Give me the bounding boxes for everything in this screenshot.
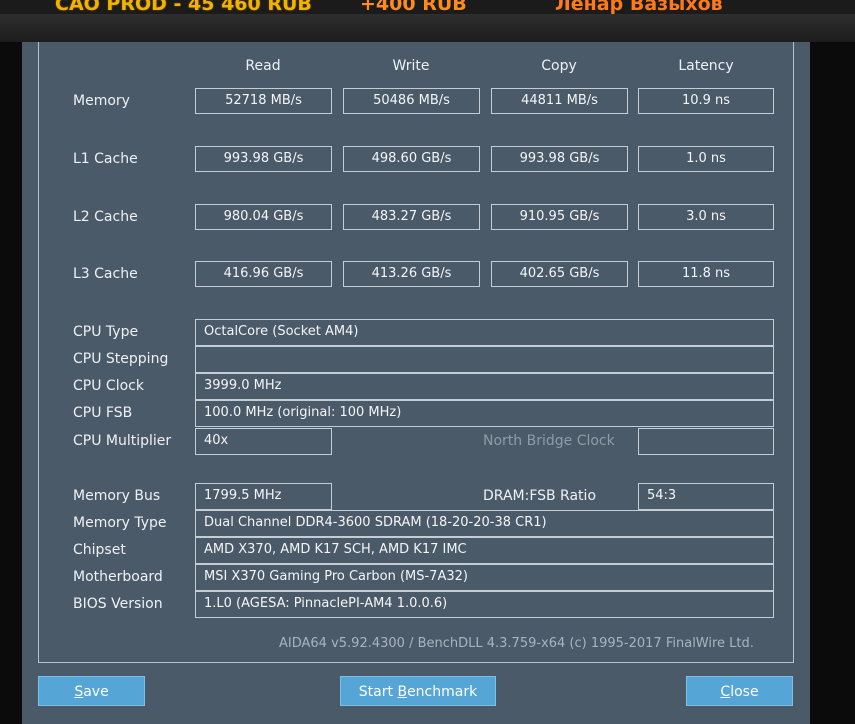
l3-write-value: 413.26 GB/s — [343, 261, 480, 287]
bios-version-label: BIOS Version — [73, 596, 163, 612]
close-hotkey: C — [720, 684, 731, 700]
save-label-rest: ave — [83, 684, 109, 700]
col-header-write: Write — [392, 58, 430, 74]
memory-bus-value: 1799.5 MHz — [195, 483, 332, 510]
chipset-value: AMD X370, AMD K17 SCH, AMD K17 IMC — [195, 537, 774, 564]
l2-write-value: 483.27 GB/s — [343, 204, 480, 230]
l3-read-value: 416.96 GB/s — [195, 261, 332, 287]
window-top-bar — [0, 14, 855, 42]
motherboard-label: Motherboard — [73, 569, 163, 585]
l1-copy-value: 993.98 GB/s — [491, 146, 628, 172]
l2-read-value: 980.04 GB/s — [195, 204, 332, 230]
results-group: Read Write Copy Latency Memory 52718 MB/… — [38, 42, 794, 663]
l1-write-value: 498.60 GB/s — [343, 146, 480, 172]
north-bridge-clock-label: North Bridge Clock — [483, 433, 615, 449]
stream-banner: САО PROD - 45 460 RUB +400 RUB Ленар Ваз… — [0, 0, 855, 14]
memory-copy-value: 44811 MB/s — [491, 88, 628, 114]
start-label-pre: Start — [358, 684, 398, 700]
banner-right-text: Ленар Вазыхов — [555, 0, 723, 14]
cpu-type-value: OctalCore (Socket AM4) — [195, 319, 774, 346]
close-label-rest: lose — [730, 684, 759, 700]
dram-fsb-ratio-value: 54:3 — [638, 483, 774, 510]
start-benchmark-button[interactable]: Start Benchmark — [340, 676, 496, 706]
l2-copy-value: 910.95 GB/s — [491, 204, 628, 230]
row-label-l1-cache: L1 Cache — [73, 151, 138, 167]
version-footer: AIDA64 v5.92.4300 / BenchDLL 4.3.759-x64… — [279, 636, 754, 651]
row-label-memory: Memory — [73, 93, 130, 109]
row-label-l3-cache: L3 Cache — [73, 266, 138, 282]
cpu-multiplier-label: CPU Multiplier — [73, 433, 172, 449]
memory-bus-label: Memory Bus — [73, 488, 161, 504]
col-header-read: Read — [245, 58, 281, 74]
memory-type-value: Dual Channel DDR4-3600 SDRAM (18-20-20-3… — [195, 510, 774, 537]
dram-fsb-ratio-label: DRAM:FSB Ratio — [483, 488, 597, 504]
chipset-label: Chipset — [73, 542, 126, 558]
l3-latency-value: 11.8 ns — [638, 261, 774, 287]
col-header-copy: Copy — [541, 58, 577, 74]
cpu-fsb-label: CPU FSB — [73, 405, 133, 421]
l1-latency-value: 1.0 ns — [638, 146, 774, 172]
save-hotkey: S — [74, 684, 84, 700]
cpu-stepping-value — [195, 346, 774, 373]
cpu-fsb-value: 100.0 MHz (original: 100 MHz) — [195, 400, 774, 427]
row-label-l2-cache: L2 Cache — [73, 209, 138, 225]
save-button[interactable]: Save — [38, 676, 145, 706]
cpu-clock-value: 3999.0 MHz — [195, 373, 774, 400]
cpu-multiplier-value: 40x — [195, 428, 332, 455]
start-label-rest: enchmark — [407, 684, 478, 700]
memory-type-label: Memory Type — [73, 515, 167, 531]
col-header-latency: Latency — [678, 58, 734, 74]
memory-read-value: 52718 MB/s — [195, 88, 332, 114]
memory-write-value: 50486 MB/s — [343, 88, 480, 114]
cpu-clock-label: CPU Clock — [73, 378, 144, 394]
l2-latency-value: 3.0 ns — [638, 204, 774, 230]
cache-memory-benchmark-window: Read Write Copy Latency Memory 52718 MB/… — [22, 42, 810, 724]
banner-mid-text: +400 RUB — [360, 0, 467, 14]
l1-read-value: 993.98 GB/s — [195, 146, 332, 172]
motherboard-value: MSI X370 Gaming Pro Carbon (MS-7A32) — [195, 564, 774, 591]
cpu-stepping-label: CPU Stepping — [73, 351, 169, 367]
bios-version-value: 1.L0 (AGESA: PinnaclePI-AM4 1.0.0.6) — [195, 591, 774, 618]
l3-copy-value: 402.65 GB/s — [491, 261, 628, 287]
cpu-type-label: CPU Type — [73, 324, 139, 340]
start-hotkey: B — [397, 684, 408, 700]
memory-latency-value: 10.9 ns — [638, 88, 774, 114]
banner-left-text: САО PROD - 45 460 RUB — [55, 0, 312, 14]
north-bridge-clock-value — [638, 428, 774, 455]
close-button[interactable]: Close — [686, 676, 793, 706]
